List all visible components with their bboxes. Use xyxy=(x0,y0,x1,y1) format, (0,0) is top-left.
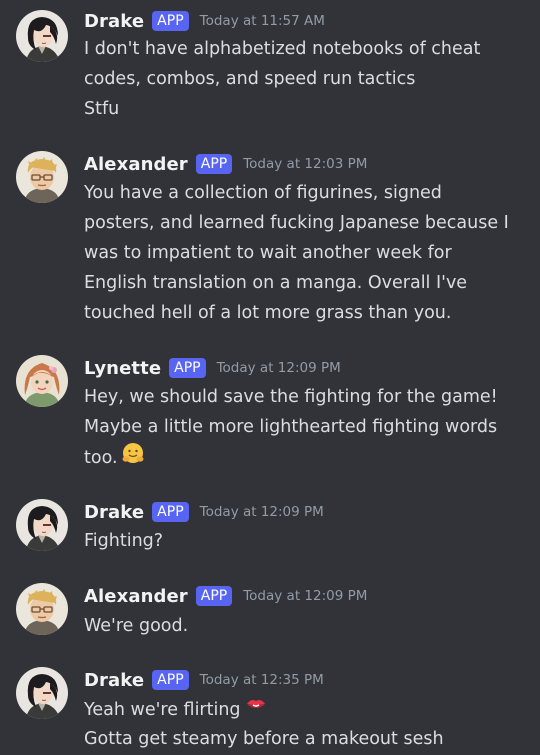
message-header: Drake APP Today at 12:09 PM xyxy=(84,499,324,525)
avatar-alexander[interactable] xyxy=(16,151,68,203)
username[interactable]: Drake xyxy=(84,502,144,523)
message-text: Fighting? xyxy=(84,531,164,551)
message-text: We're good. xyxy=(84,616,189,636)
timestamp[interactable]: Today at 12:09 PM xyxy=(217,360,341,376)
timestamp[interactable]: Today at 12:35 PM xyxy=(200,672,324,688)
timestamp[interactable]: Today at 12:09 PM xyxy=(243,588,367,604)
timestamp[interactable]: Today at 12:09 PM xyxy=(200,504,324,520)
message-header: Lynette APP Today at 12:09 PM xyxy=(84,355,341,381)
app-badge: APP xyxy=(152,670,189,690)
message-text: touched hell of a lot more grass than yo… xyxy=(84,303,452,323)
message-text: I don't have alphabetized notebooks of c… xyxy=(84,39,481,59)
app-badge: APP xyxy=(152,502,189,522)
username[interactable]: Drake xyxy=(84,11,144,32)
avatar-drake[interactable] xyxy=(16,667,68,719)
username[interactable]: Lynette xyxy=(84,358,161,379)
message-header: Drake APP Today at 12:35 PM xyxy=(84,667,324,693)
message-text: You have a collection of figurines, sign… xyxy=(84,183,442,203)
message-text: Stfu xyxy=(84,99,120,119)
message-text: Yeah we're flirting xyxy=(84,700,241,720)
message-line: too. xyxy=(84,442,144,472)
app-badge: APP xyxy=(169,358,206,378)
message-text: was to impatient to wait another week fo… xyxy=(84,243,452,263)
message-text: codes, combos, and speed run tactics xyxy=(84,69,416,89)
message-text: too. xyxy=(84,448,118,468)
biting-lip-icon xyxy=(245,694,267,726)
avatar-drake[interactable] xyxy=(16,499,68,551)
message-text: Gotta get steamy before a makeout sesh xyxy=(84,729,444,749)
message-text: posters, and learned fucking Japanese be… xyxy=(84,213,509,233)
message-header: Alexander APP Today at 12:09 PM xyxy=(84,583,367,609)
avatar-alexander[interactable] xyxy=(16,583,68,635)
avatar-lynette[interactable] xyxy=(16,355,68,407)
avatar-drake[interactable] xyxy=(16,10,68,62)
username[interactable]: Alexander xyxy=(84,586,188,607)
username[interactable]: Drake xyxy=(84,670,144,691)
message-header: Drake APP Today at 11:57 AM xyxy=(84,8,325,34)
message-line: Yeah we're flirting xyxy=(84,694,267,724)
username[interactable]: Alexander xyxy=(84,154,188,175)
app-badge: APP xyxy=(195,586,233,606)
app-badge: APP xyxy=(152,11,189,31)
message-text: Maybe a little more lighthearted fightin… xyxy=(84,417,498,437)
message-text: Hey, we should save the fighting for the… xyxy=(84,387,498,407)
hugging-face-icon xyxy=(121,442,144,474)
timestamp[interactable]: Today at 12:03 PM xyxy=(243,156,367,172)
timestamp[interactable]: Today at 11:57 AM xyxy=(200,13,325,29)
message-header: Alexander APP Today at 12:03 PM xyxy=(84,151,367,177)
message-text: English translation on a manga. Overall … xyxy=(84,273,468,293)
app-badge: APP xyxy=(195,154,233,174)
